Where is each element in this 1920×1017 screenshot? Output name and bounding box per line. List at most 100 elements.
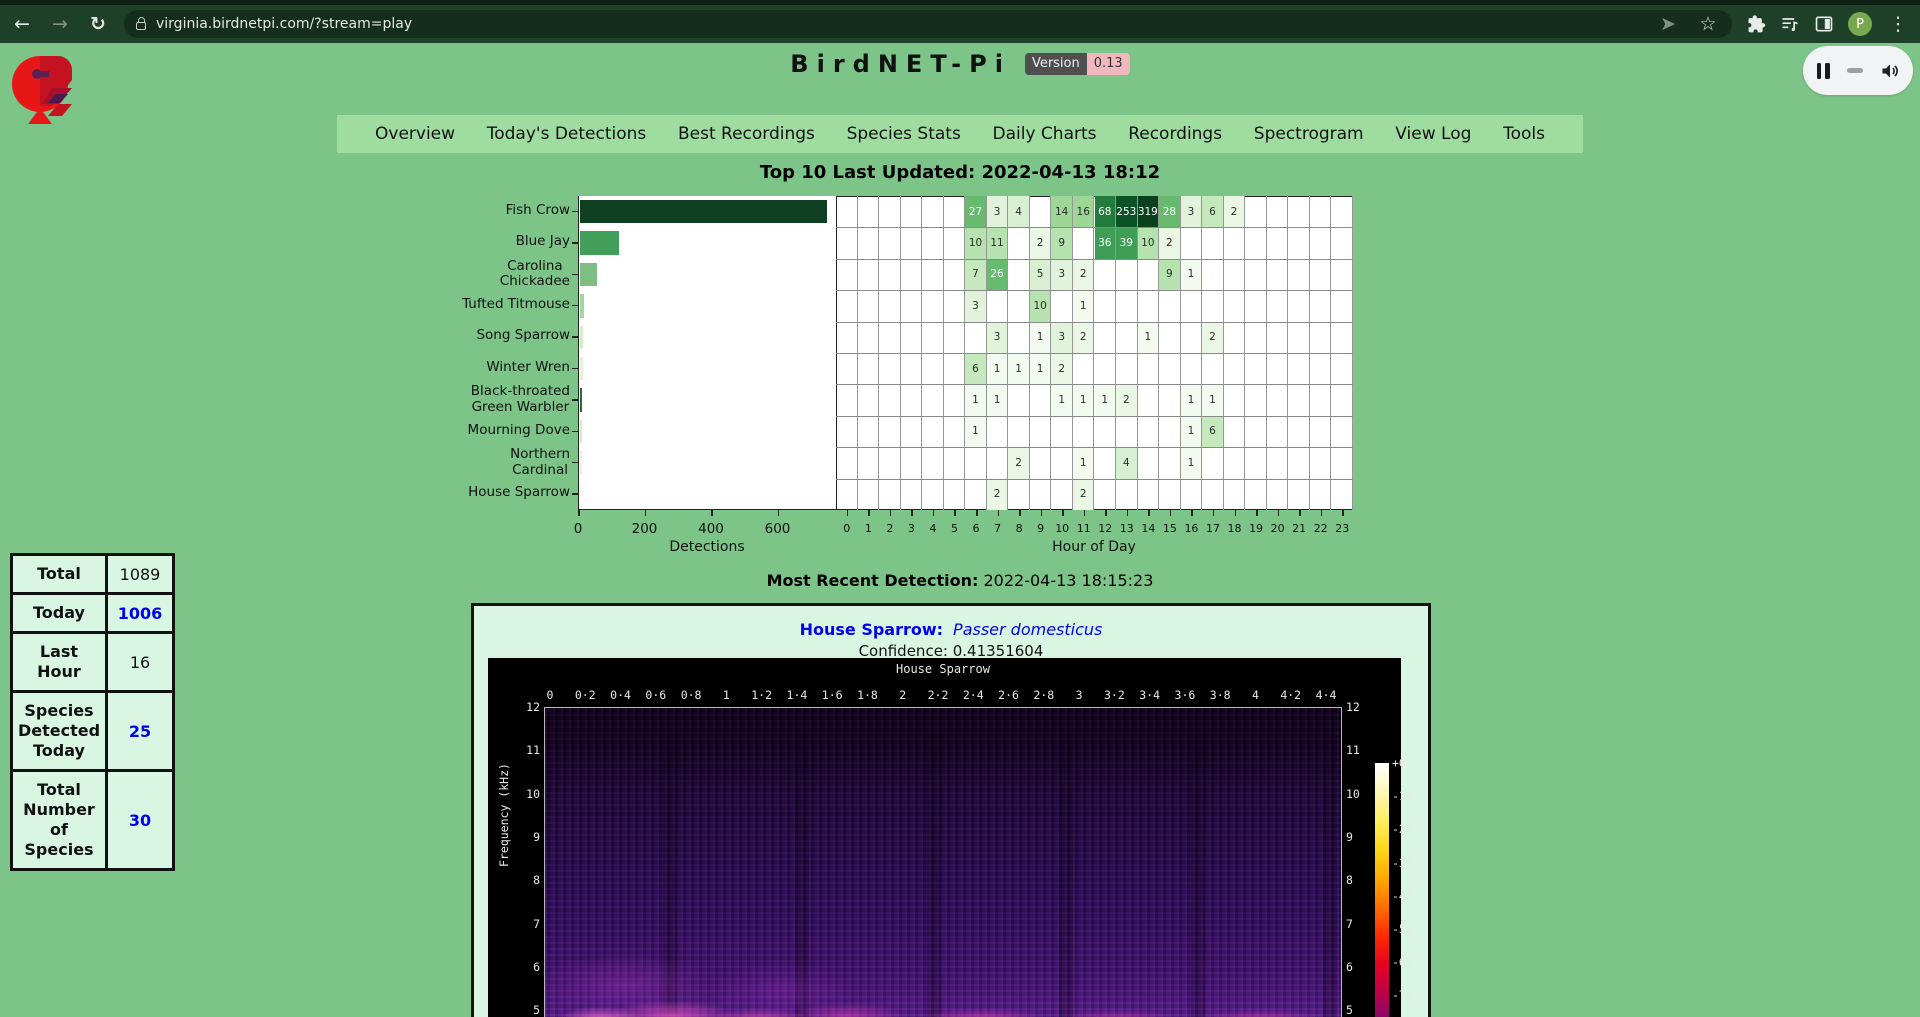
heatmap-cell [858, 384, 880, 415]
media-controls-icon[interactable] [1780, 14, 1800, 34]
nav-item-today-s-detections[interactable]: Today's Detections [487, 124, 647, 144]
stat-value: 16 [107, 633, 174, 692]
detections-bar [580, 200, 827, 223]
spectrogram-x-tick: 3 [1076, 688, 1083, 702]
y-tick [572, 493, 578, 495]
stat-value-link[interactable]: 30 [129, 811, 151, 830]
heatmap-cell [901, 322, 923, 353]
stat-value-link[interactable]: 25 [129, 722, 151, 741]
heatmap-cell [1267, 479, 1289, 510]
hour-axis-tick [1019, 510, 1021, 516]
spectrogram-x-tick: 0·4 [610, 688, 631, 702]
bookmark-star-icon[interactable]: ☆ [1696, 15, 1720, 34]
heatmap-cell: 1 [1202, 384, 1224, 415]
spectrogram-x-tick: 1·4 [787, 688, 808, 702]
extensions-puzzle-icon[interactable] [1746, 14, 1766, 34]
heatmap-cell [1138, 353, 1160, 384]
heatmap-cell: 1 [987, 353, 1009, 384]
hour-axis-tick [1191, 510, 1193, 516]
heatmap-cell [1159, 353, 1181, 384]
nav-item-recordings[interactable]: Recordings [1128, 124, 1222, 144]
heatmap-cell [1138, 447, 1160, 478]
stat-value-link[interactable]: 1006 [118, 604, 163, 623]
heatmap-cell [1288, 447, 1310, 478]
heatmap-cell [1224, 479, 1246, 510]
address-bar[interactable]: virginia.birdnetpi.com/?stream=play ➤ ☆ [124, 10, 1732, 38]
seek-dash[interactable] [1847, 68, 1863, 73]
heatmap-cell [1310, 353, 1332, 384]
send-icon[interactable]: ➤ [1656, 15, 1680, 34]
heatmap-cell [1245, 259, 1267, 290]
spectrogram-x-tick: 4·4 [1316, 688, 1337, 702]
side-panel-icon[interactable] [1814, 14, 1834, 34]
menu-dots-icon[interactable]: ⋮ [1886, 15, 1910, 34]
hour-axis-label: 6 [965, 522, 987, 535]
heatmap-cell [879, 479, 901, 510]
hour-axis-label: 22 [1310, 522, 1332, 535]
spectrogram-y-tick-right: 8 [1346, 873, 1353, 887]
spectrogram-y-tick-left: 12 [518, 700, 540, 714]
heatmap-cell [1310, 322, 1332, 353]
heatmap-row-line [836, 479, 1353, 480]
spectrogram-y-tick-right: 12 [1346, 700, 1360, 714]
colorbar-tick: -10 [1392, 789, 1413, 803]
heatmap-cell: 3 [987, 196, 1009, 227]
nav-item-daily-charts[interactable]: Daily Charts [993, 124, 1097, 144]
colorbar-tick: +0 [1392, 756, 1406, 770]
spectrogram-x-tick: 2·6 [998, 688, 1019, 702]
volume-icon[interactable] [1880, 61, 1900, 81]
hour-axis-tick [1084, 510, 1086, 516]
nav-item-best-recordings[interactable]: Best Recordings [678, 124, 815, 144]
y-tick [572, 431, 578, 433]
stat-value: 25 [107, 692, 174, 771]
heatmap-cell [1245, 227, 1267, 258]
audio-player[interactable] [1803, 46, 1913, 95]
species-label: Mourning Dove [468, 423, 570, 439]
heatmap-cell [1202, 259, 1224, 290]
heatmap-cell [1181, 227, 1203, 258]
heatmap-cell: 2 [1008, 447, 1030, 478]
y-tick [572, 305, 578, 307]
heatmap-cell [1288, 227, 1310, 258]
heatmap-cell [1159, 384, 1181, 415]
page-title: BirdNET-Pi [790, 50, 1011, 78]
url-text[interactable]: virginia.birdnetpi.com/?stream=play [156, 16, 1646, 32]
heatmap-cell [879, 447, 901, 478]
bar-axis-tick [778, 510, 780, 516]
bar-axis-tick [578, 510, 580, 516]
heatmap-cell: 36 [1095, 227, 1117, 258]
nav-item-spectrogram[interactable]: Spectrogram [1254, 124, 1364, 144]
heatmap-cell: 1 [965, 384, 987, 415]
table-row: Last Hour16 [12, 633, 174, 692]
heatmap-cell [901, 196, 923, 227]
nav-item-species-stats[interactable]: Species Stats [847, 124, 961, 144]
spectrogram-x-tick: 4 [1252, 688, 1259, 702]
heatmap-cell [1181, 353, 1203, 384]
heatmap-cell [922, 447, 944, 478]
heatmap-cell [1030, 479, 1052, 510]
back-icon[interactable]: ← [10, 15, 34, 34]
nav-item-view-log[interactable]: View Log [1395, 124, 1471, 144]
detection-species[interactable]: House Sparrow: [800, 620, 943, 639]
hour-axis-tick [1299, 510, 1301, 516]
heatmap-cell [1181, 290, 1203, 321]
heatmap-cell [1116, 479, 1138, 510]
heatmap-cell [1331, 227, 1353, 258]
heatmap-cell [987, 416, 1009, 447]
heatmap-row-line [836, 384, 1353, 385]
heatmap-cell [1095, 259, 1117, 290]
detections-bar [580, 420, 583, 443]
heatmap-cell [858, 259, 880, 290]
pause-button[interactable] [1817, 63, 1830, 79]
nav-item-overview[interactable]: Overview [375, 124, 455, 144]
forward-icon[interactable]: → [48, 15, 72, 34]
heatmap-cell: 2 [1116, 384, 1138, 415]
spectrogram-y-tick-right: 5 [1346, 1003, 1353, 1017]
reload-icon[interactable]: ↻ [86, 15, 110, 34]
heatmap-cell [944, 447, 966, 478]
nav-item-tools[interactable]: Tools [1503, 124, 1545, 144]
heatmap-cell [858, 416, 880, 447]
heatmap-cell [1138, 479, 1160, 510]
stat-label: Total Number of Species [12, 771, 107, 870]
profile-avatar[interactable]: P [1848, 12, 1872, 36]
